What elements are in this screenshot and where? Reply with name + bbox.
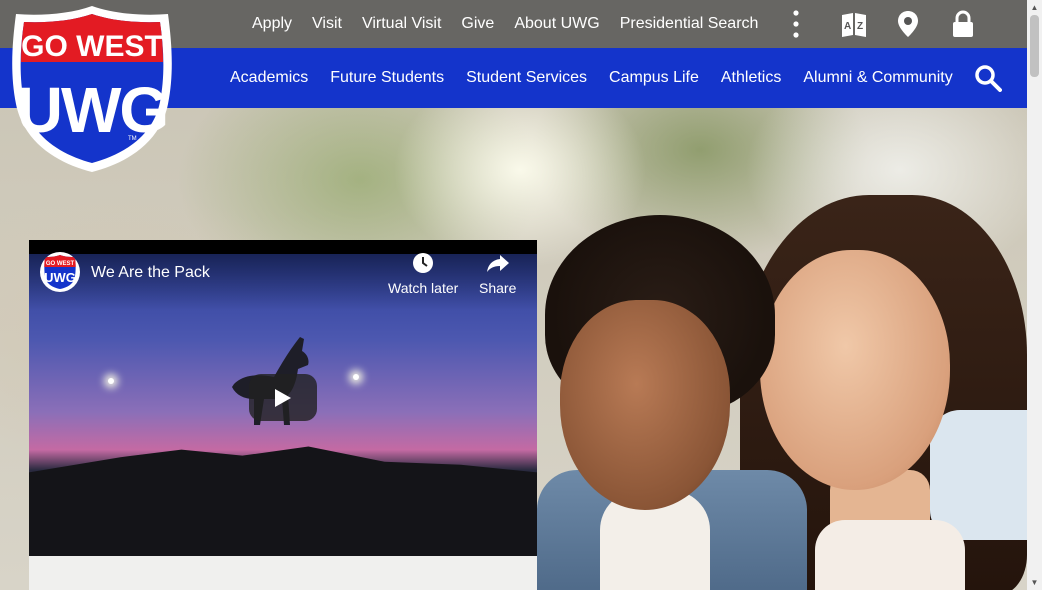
- utility-nav: Apply Visit Virtual Visit Give About UWG…: [242, 0, 768, 48]
- video-title[interactable]: We Are the Pack: [91, 264, 210, 282]
- page: Apply Visit Virtual Visit Give About UWG…: [0, 0, 1027, 590]
- play-icon: [275, 388, 291, 407]
- watch-later-label: Watch later: [388, 280, 459, 296]
- logo-uwg-text: UWG: [17, 74, 167, 146]
- map-marker-icon[interactable]: [892, 9, 924, 39]
- more-vertical-icon[interactable]: [780, 9, 812, 39]
- page-scrollbar[interactable]: ▲ ▼: [1027, 0, 1042, 590]
- utility-link-about[interactable]: About UWG: [514, 15, 599, 33]
- svg-text:A: A: [844, 21, 851, 32]
- utility-link-presidential-search[interactable]: Presidential Search: [620, 15, 759, 33]
- svg-text:Z: Z: [857, 21, 863, 32]
- utility-link-visit[interactable]: Visit: [312, 15, 342, 33]
- clock-icon: [413, 253, 434, 273]
- nav-campus-life[interactable]: Campus Life: [609, 69, 699, 87]
- search-icon[interactable]: [970, 60, 1006, 96]
- nav-alumni-community[interactable]: Alumni & Community: [803, 69, 952, 87]
- lock-icon[interactable]: [947, 9, 979, 39]
- main-nav: Academics Future Students Student Servic…: [219, 48, 964, 108]
- scroll-down-arrow-icon[interactable]: ▼: [1027, 575, 1042, 590]
- scroll-up-arrow-icon[interactable]: ▲: [1027, 0, 1042, 15]
- share-arrow-icon: [486, 255, 509, 272]
- svg-text:UWG: UWG: [44, 270, 76, 285]
- content-panel: [29, 556, 537, 590]
- play-button[interactable]: [249, 374, 317, 421]
- nav-future-students[interactable]: Future Students: [330, 69, 444, 87]
- utility-link-give[interactable]: Give: [461, 15, 494, 33]
- logo-tm-text: TM: [128, 136, 137, 142]
- uwg-logo[interactable]: GO WEST UWG TM: [10, 4, 174, 174]
- nav-student-services[interactable]: Student Services: [466, 69, 587, 87]
- share-button[interactable]: Share: [479, 252, 516, 296]
- svg-text:GO WEST: GO WEST: [46, 261, 75, 267]
- nav-athletics[interactable]: Athletics: [721, 69, 781, 87]
- a-z-index-icon[interactable]: A Z: [838, 9, 870, 39]
- channel-avatar[interactable]: GO WEST UWG: [40, 252, 80, 292]
- share-label: Share: [479, 280, 517, 296]
- utility-link-apply[interactable]: Apply: [252, 15, 292, 33]
- video-player[interactable]: GO WEST UWG We Are the Pack Watch later …: [29, 240, 537, 556]
- scroll-thumb[interactable]: [1030, 15, 1039, 77]
- nav-academics[interactable]: Academics: [230, 69, 308, 87]
- watch-later-button[interactable]: Watch later: [388, 252, 458, 296]
- utility-link-virtual-visit[interactable]: Virtual Visit: [362, 15, 441, 33]
- video-title-bar: GO WEST UWG We Are the Pack Watch later …: [29, 240, 537, 310]
- logo-go-west-text: GO WEST: [21, 30, 163, 63]
